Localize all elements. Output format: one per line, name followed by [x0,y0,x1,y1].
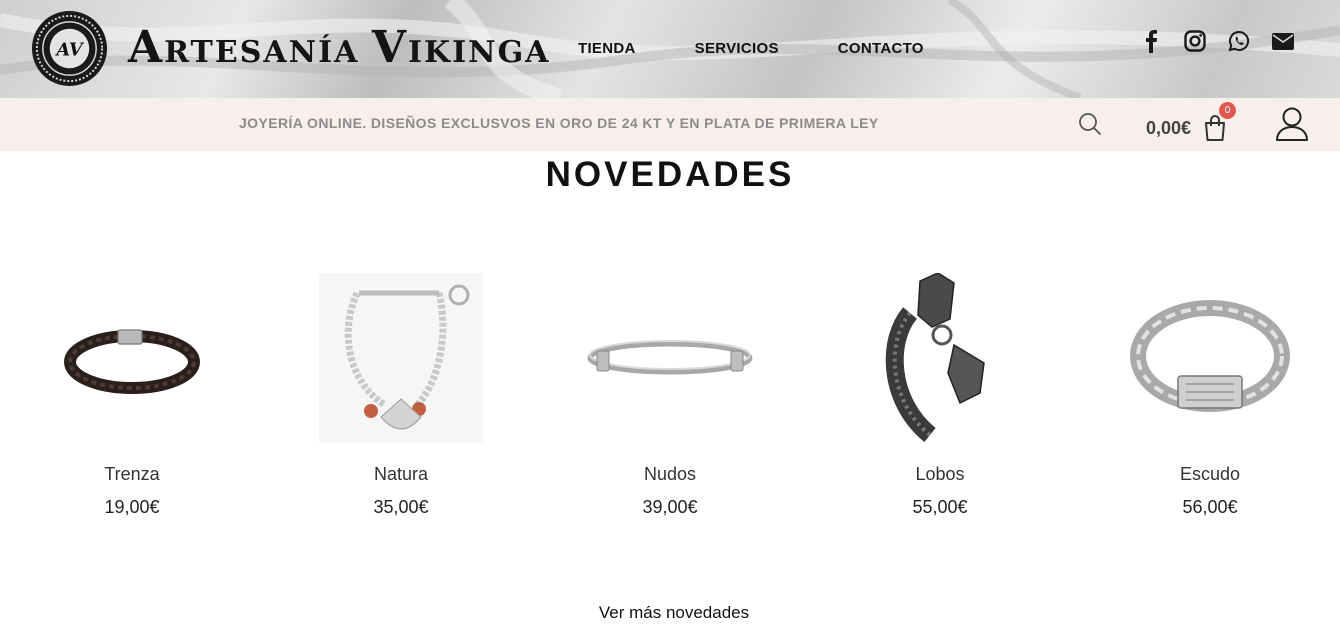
product-card[interactable]: Trenza 19,00€ [22,268,242,518]
nav-servicios[interactable]: SERVICIOS [695,40,779,57]
product-price: 39,00€ [642,497,698,517]
facebook-icon[interactable] [1138,28,1164,54]
wolf-head-bracelet-image [885,273,985,443]
section-title: NOVEDADES [545,155,795,194]
product-card[interactable]: Lobos 55,00€ [830,268,1050,518]
braided-leather-bracelet-image [64,329,200,394]
search-icon[interactable] [1077,111,1103,137]
silver-charm-bracelet-image [319,273,483,443]
logo-word-vikinga: IKINGA [408,35,551,70]
cart-total[interactable]: 0,00€ [1146,118,1191,139]
logo-monogram: AV [54,39,84,60]
whatsapp-icon[interactable] [1226,28,1252,54]
product-card[interactable]: Natura 35,00€ [291,268,511,518]
silver-chain-bracelet-image [1130,300,1290,412]
product-card[interactable]: Nudos 39,00€ [560,268,780,518]
product-name[interactable]: Nudos [560,464,780,485]
product-image[interactable] [1100,268,1320,448]
more-novelties-link[interactable]: Ver más novedades [0,603,1340,623]
product-image[interactable] [291,268,511,448]
product-name[interactable]: Escudo [1100,464,1320,485]
cart-count-badge: 0 [1219,102,1236,119]
product-image[interactable] [22,268,242,448]
instagram-icon[interactable] [1182,28,1208,54]
logo-initial-v: V [371,22,408,73]
logo-word-artesania: RTESANÍA [164,35,372,70]
product-image[interactable] [560,268,780,448]
product-card[interactable]: Escudo 56,00€ [1100,268,1320,518]
logo-wordmark[interactable]: ARTESANÍA VIKINGA [128,22,550,73]
product-price: 55,00€ [912,497,968,517]
product-price: 56,00€ [1182,497,1238,517]
logo-initial-a: A [128,22,165,73]
product-price: 35,00€ [373,497,429,517]
product-name[interactable]: Trenza [22,464,242,485]
logo-emblem[interactable]: AV [30,9,109,88]
product-name[interactable]: Lobos [830,464,1050,485]
nav-contacto[interactable]: CONTACTO [838,40,924,57]
info-bar: JOYERÍA ONLINE. DISEÑOS EXCLUSVOS EN ORO… [0,98,1340,151]
user-icon[interactable] [1275,106,1309,142]
product-price: 19,00€ [104,497,160,517]
main-nav: TIENDA SERVICIOS CONTACTO [578,40,983,57]
nav-tienda[interactable]: TIENDA [578,40,636,57]
product-image[interactable] [830,268,1050,448]
tagline: JOYERÍA ONLINE. DISEÑOS EXCLUSVOS EN ORO… [239,115,879,131]
product-name[interactable]: Natura [291,464,511,485]
silver-bangle-image [587,340,753,375]
envelope-icon[interactable] [1270,28,1296,54]
site-header: AV ARTESANÍA VIKINGA TIENDA SERVICIOS CO… [0,0,1340,98]
social-links [1138,28,1314,54]
